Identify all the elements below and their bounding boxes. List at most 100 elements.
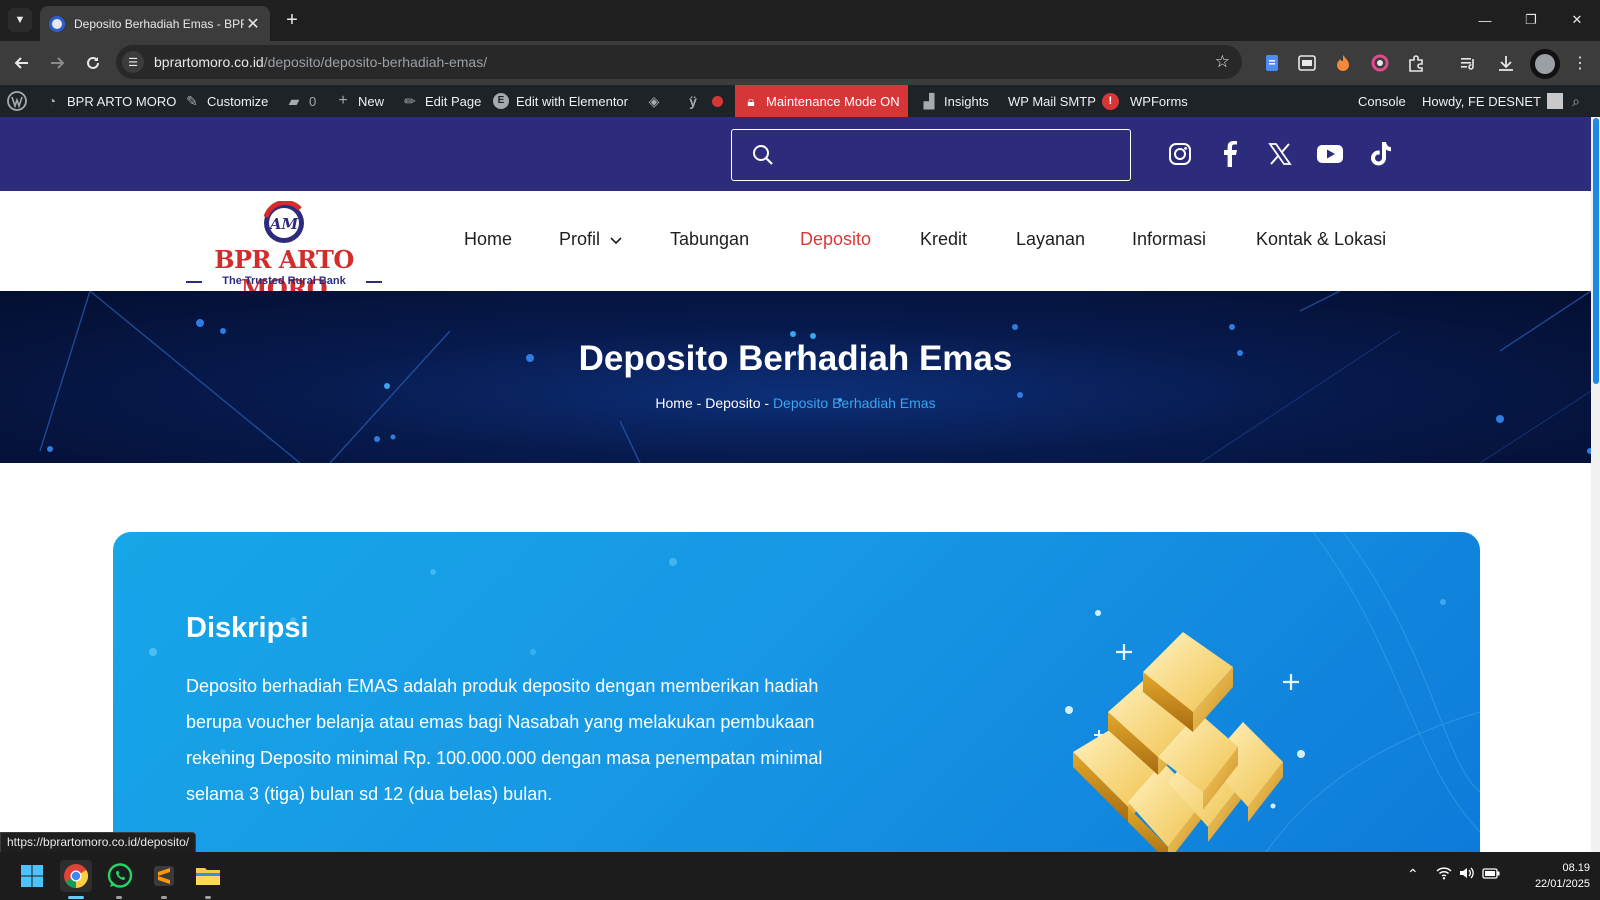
extension-window-icon[interactable] — [1297, 53, 1317, 73]
url-text: bprartomoro.co.id/deposito/deposito-berh… — [154, 54, 488, 70]
profile-avatar-icon — [1535, 54, 1555, 74]
nav-deposito[interactable]: Deposito — [800, 229, 871, 250]
chrome-running-indicator — [68, 896, 84, 899]
description-card: Diskripsi Deposito berhadiah EMAS adalah… — [113, 532, 1480, 872]
file-explorer-icon[interactable] — [192, 860, 224, 892]
lock-icon: 🔒︎ — [747, 93, 755, 109]
logo-tagline: The Trusted Rural Bank — [222, 275, 346, 287]
forward-button[interactable] — [45, 51, 69, 75]
nav-home[interactable]: Home — [464, 229, 512, 250]
chevron-down-icon — [610, 237, 622, 245]
extensions-puzzle-icon[interactable] — [1406, 53, 1426, 73]
whatsapp-icon[interactable] — [104, 860, 136, 892]
admin-wp-mail-smtp[interactable]: WP Mail SMTP! — [1008, 85, 1119, 117]
bookmark-star-icon[interactable]: ☆ — [1215, 52, 1230, 72]
reload-button[interactable] — [81, 51, 105, 75]
paintbrush-icon: ✎ — [186, 93, 198, 109]
extension-docs-icon[interactable] — [1262, 53, 1282, 73]
system-clock[interactable]: 08.19 22/01/2025 — [1500, 860, 1590, 892]
wordpress-icon — [7, 91, 27, 111]
search-icon: ⌕ — [1572, 93, 1580, 109]
back-arrow-icon — [14, 57, 28, 69]
search-input[interactable] — [784, 136, 1114, 174]
address-bar[interactable]: ☰ bprartomoro.co.id/deposito/deposito-be… — [116, 45, 1242, 79]
extension-color-ring-icon[interactable] — [1370, 53, 1390, 73]
wp-admin-bar: ◔ BPR ARTO MORO ✎ Customize ▰ 0 + New ✏ Edit … — [0, 85, 1600, 117]
restore-button[interactable]: ❐ — [1508, 0, 1554, 40]
chrome-menu-icon[interactable]: ⋮ — [1570, 53, 1590, 73]
breadcrumb-home[interactable]: Home — [655, 395, 692, 411]
youtube-icon[interactable] — [1315, 139, 1345, 169]
extension-flame-icon[interactable] — [1333, 53, 1353, 73]
admin-diamond-menu[interactable]: ◈ — [646, 85, 669, 117]
logo-rule-right — [366, 281, 382, 283]
breadcrumb: Home - Deposito - Deposito Berhadiah Ema… — [0, 395, 1591, 411]
chrome-icon[interactable] — [60, 860, 92, 892]
seo-status-dot-icon — [712, 95, 723, 107]
link-status-bubble: https://bprartomoro.co.id/deposito/ — [0, 832, 197, 853]
back-button[interactable] — [10, 51, 34, 75]
svg-text:AM: AM — [268, 215, 299, 233]
minimize-button[interactable]: — — [1462, 0, 1508, 40]
admin-customize[interactable]: ✎ Customize — [184, 85, 268, 117]
new-tab-button[interactable]: + — [281, 9, 303, 31]
comment-bubble-icon: ▰ — [288, 93, 300, 109]
windows-start-icon[interactable] — [16, 860, 48, 892]
tray-overflow-chevron-icon[interactable]: ⌃ — [1407, 866, 1419, 883]
wifi-icon[interactable] — [1436, 866, 1452, 883]
admin-comments[interactable]: ▰ 0 — [286, 85, 317, 117]
wp-logo-menu[interactable] — [7, 85, 27, 117]
tab-search-button[interactable]: ▼ — [8, 8, 32, 32]
pencil-icon: ✏ — [404, 93, 416, 109]
clock-time: 08.19 — [1562, 862, 1590, 874]
elementor-icon: E — [493, 93, 509, 109]
admin-console[interactable]: Console — [1358, 85, 1406, 117]
admin-site-name[interactable]: ◔ BPR ARTO MORO — [44, 85, 177, 117]
profile-avatar[interactable] — [1530, 49, 1560, 79]
gold-bars-illustration — [1065, 610, 1305, 862]
volume-icon[interactable] — [1459, 866, 1475, 883]
admin-insights[interactable]: ▟ Insights — [921, 85, 989, 117]
breadcrumb-deposito[interactable]: Deposito — [705, 395, 760, 411]
x-icon[interactable] — [1265, 139, 1295, 169]
instagram-icon[interactable] — [1165, 139, 1195, 169]
page-title: Deposito Berhadiah Emas — [578, 339, 1013, 378]
admin-edit-elementor[interactable]: E Edit with Elementor — [493, 85, 628, 117]
whatsapp-running-indicator — [116, 896, 122, 899]
site-info-icon[interactable]: ☰ — [122, 51, 144, 73]
downloads-icon[interactable] — [1496, 53, 1516, 73]
bar-chart-icon: ▟ — [923, 93, 935, 109]
admin-wpforms[interactable]: WPForms — [1130, 85, 1188, 117]
admin-yoast-menu[interactable]: ÿ — [685, 85, 723, 117]
nav-profil[interactable]: Profil — [559, 229, 623, 250]
battery-icon[interactable] — [1482, 866, 1500, 882]
site-search-box[interactable] — [731, 129, 1131, 181]
yoast-icon: ÿ — [689, 93, 697, 109]
page-scrollbar-thumb[interactable] — [1593, 118, 1599, 384]
bpr-arto-moro-logo[interactable]: AM BPR ARTO MORO The Trusted Rural Bank — [184, 199, 384, 303]
section-description: Deposito berhadiah EMAS adalah produk de… — [186, 676, 823, 804]
clock-date: 22/01/2025 — [1534, 878, 1590, 890]
alert-badge: ! — [1101, 92, 1119, 110]
sublime-text-icon[interactable] — [148, 860, 180, 892]
close-window-button[interactable]: ✕ — [1554, 0, 1600, 40]
media-controls-icon[interactable] — [1459, 53, 1479, 73]
nav-tabungan[interactable]: Tabungan — [670, 229, 749, 250]
nav-layanan[interactable]: Layanan — [1016, 229, 1085, 250]
admin-new[interactable]: + New — [335, 85, 384, 117]
nav-kontak-lokasi[interactable]: Kontak & Lokasi — [1256, 229, 1386, 250]
facebook-icon[interactable] — [1215, 139, 1245, 169]
admin-maintenance-mode[interactable]: 🔒︎ Maintenance Mode ON — [735, 85, 908, 117]
nav-informasi[interactable]: Informasi — [1132, 229, 1206, 250]
admin-account-menu[interactable]: Howdy, FE DESNET — [1422, 85, 1563, 117]
close-tab-icon[interactable]: ✕ — [244, 14, 262, 34]
tiktok-icon[interactable] — [1366, 139, 1396, 169]
browser-tab-active[interactable]: Deposito Berhadiah Emas - BPR ARTO MORO … — [40, 6, 270, 41]
page-hero-banner: Deposito Berhadiah Emas Home - Deposito … — [0, 291, 1591, 463]
nav-kredit[interactable]: Kredit — [920, 229, 967, 250]
windows-taskbar: ⌃ 08.19 22/01/2025 — [0, 852, 1600, 900]
admin-edit-page[interactable]: ✏ Edit Page — [402, 85, 481, 117]
search-icon — [753, 145, 773, 165]
tab-title: Deposito Berhadiah Emas - BPR ARTO MORO — [74, 16, 244, 31]
admin-search[interactable]: ⌕ — [1568, 85, 1591, 117]
